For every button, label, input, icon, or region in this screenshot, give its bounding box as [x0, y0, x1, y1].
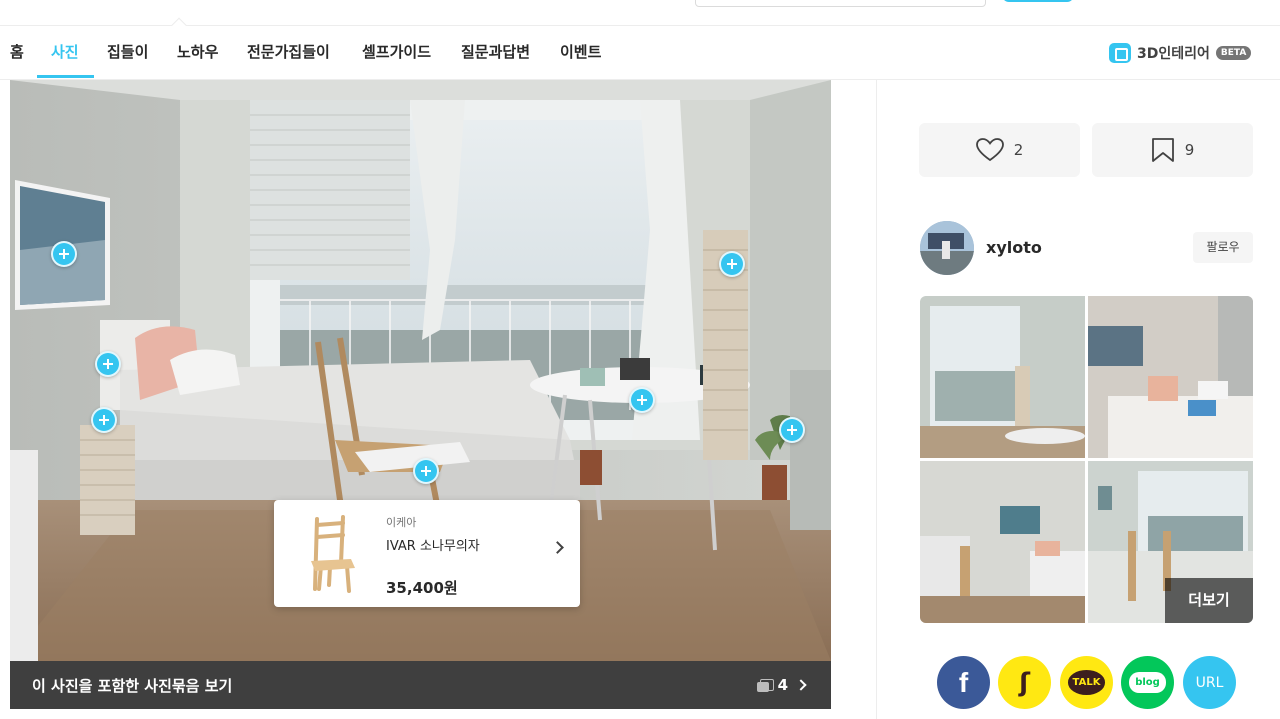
- heart-icon: [975, 138, 1004, 162]
- search-input[interactable]: [695, 0, 986, 7]
- collection-count-value: 4: [777, 676, 788, 694]
- nav-item-housewarming[interactable]: 집들이: [107, 26, 148, 79]
- like-button[interactable]: 2: [919, 123, 1080, 177]
- thumb-image: [920, 296, 1085, 458]
- collection-count: 4: [756, 676, 807, 694]
- kakaotalk-icon: TALK: [1067, 670, 1106, 695]
- user-photo-grid: [920, 296, 1253, 623]
- chevron-right-icon: [795, 679, 807, 691]
- product-hotspot[interactable]: [51, 241, 77, 267]
- share-naver-blog-button[interactable]: blog: [1121, 656, 1174, 709]
- nav-item-qna[interactable]: 질문과답변: [461, 26, 530, 79]
- beta-badge: BETA: [1215, 46, 1252, 60]
- write-button[interactable]: [1002, 0, 1074, 2]
- share-facebook-button[interactable]: f: [937, 656, 990, 709]
- nav-3d-label: 3D인테리어: [1137, 46, 1210, 62]
- url-label: URL: [1195, 674, 1224, 691]
- thumb-image: [1088, 296, 1253, 458]
- more-photos-button[interactable]: 더보기: [1165, 578, 1253, 623]
- username[interactable]: xyloto: [986, 238, 1042, 257]
- product-hotspot-active[interactable]: [413, 458, 439, 484]
- nav-item-expert-housewarming[interactable]: 전문가집들이: [247, 26, 330, 79]
- product-hotspot[interactable]: [629, 387, 655, 413]
- bookmark-icon: [1151, 138, 1174, 162]
- chair-product-icon: [311, 515, 355, 593]
- facebook-icon: f: [958, 666, 969, 698]
- avatar[interactable]: [920, 221, 974, 275]
- nav-item-home[interactable]: 홈: [10, 26, 24, 79]
- user-photo-thumb[interactable]: [1088, 296, 1253, 458]
- nav-item-knowhow[interactable]: 노하우: [177, 26, 218, 79]
- product-hotspot[interactable]: [91, 407, 117, 433]
- nav-item-photos[interactable]: 사진: [51, 26, 79, 79]
- follow-button[interactable]: 팔로우: [1193, 232, 1253, 263]
- share-url-button[interactable]: URL: [1183, 656, 1236, 709]
- scrap-count: 9: [1184, 141, 1195, 159]
- user-photo-thumb[interactable]: [920, 296, 1085, 458]
- collection-label: 이 사진을 포함한 사진묶음 보기: [32, 677, 233, 695]
- nav-item-events[interactable]: 이벤트: [560, 26, 601, 79]
- main-nav: 홈 사진 집들이 노하우 전문가집들이 셀프가이드 질문과답변 이벤트 3D인테…: [0, 26, 1280, 80]
- sidebar-divider: [876, 80, 877, 719]
- scrap-button[interactable]: 9: [1092, 123, 1253, 177]
- product-hotspot[interactable]: [95, 351, 121, 377]
- nav-3d-interior[interactable]: 3D인테리어 BETA: [1109, 42, 1252, 64]
- naver-blog-icon: blog: [1129, 672, 1166, 693]
- share-kakaotalk-button[interactable]: TALK: [1060, 656, 1113, 709]
- nav-item-self-guide[interactable]: 셀프가이드: [362, 26, 431, 79]
- photo-stack-icon: [756, 678, 774, 692]
- photo-collection-bar[interactable]: 이 사진을 포함한 사진묶음 보기 4: [10, 661, 831, 709]
- kakaostory-icon: ʃ: [1019, 667, 1030, 698]
- thumb-image: [920, 461, 1085, 623]
- top-header-strip: [0, 0, 1280, 26]
- product-name: IVAR 소나무의자: [386, 539, 480, 554]
- product-hotspot[interactable]: [719, 251, 745, 277]
- 3d-cube-icon: [1109, 43, 1131, 63]
- avatar-image: [920, 221, 974, 275]
- product-image: [285, 511, 373, 596]
- product-brand: 이케아: [386, 516, 417, 529]
- product-tooltip[interactable]: 이케아 IVAR 소나무의자 35,400원: [274, 500, 580, 607]
- product-hotspot[interactable]: [779, 417, 805, 443]
- product-price: 35,400원: [386, 579, 458, 597]
- active-tab-indicator: [37, 75, 94, 78]
- chevron-right-icon: [551, 541, 564, 554]
- like-count: 2: [1013, 141, 1024, 159]
- user-photo-thumb[interactable]: [920, 461, 1085, 623]
- share-kakaostory-button[interactable]: ʃ: [998, 656, 1051, 709]
